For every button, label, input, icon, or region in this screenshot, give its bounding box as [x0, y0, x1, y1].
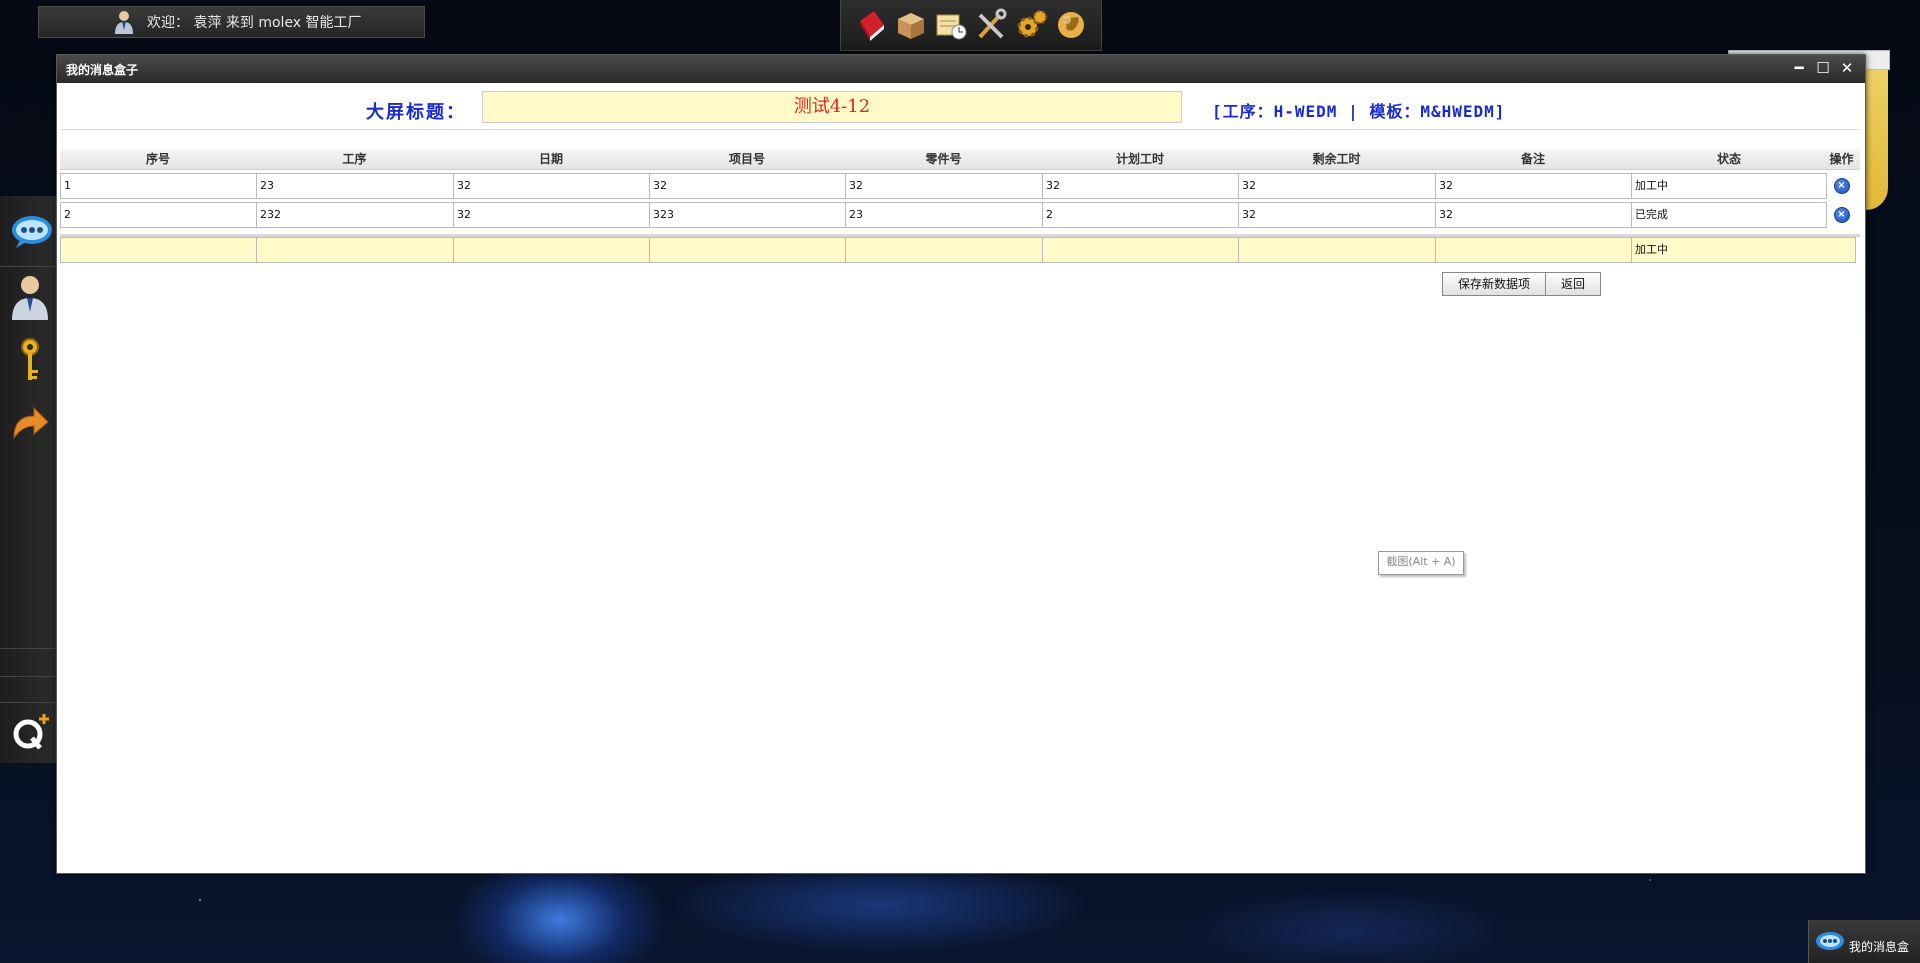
- col-header-status: 状态: [1716, 152, 1741, 166]
- table-cell[interactable]: 1: [60, 173, 256, 199]
- schedule-icon[interactable]: [934, 7, 968, 43]
- top-dock: [840, 0, 1102, 51]
- new-date-input[interactable]: [453, 237, 649, 263]
- tools-icon[interactable]: [974, 7, 1008, 43]
- delete-row-icon[interactable]: ×: [1833, 178, 1850, 194]
- chat-icon[interactable]: [10, 212, 52, 260]
- action-buttons: 保存新数据项 返回: [1442, 272, 1602, 296]
- table-cell[interactable]: 232: [256, 202, 453, 228]
- new-remaining-hours-input[interactable]: [1238, 237, 1435, 263]
- user-icon[interactable]: [10, 272, 50, 320]
- screen-header: 大屏标题： 测试4-12 [工序：H-WEDM | 模板：M&HWEDM]: [60, 89, 1860, 130]
- welcome-bar: 欢迎： 袁萍 来到 molex 智能工厂: [38, 6, 425, 38]
- redo-arrow-icon[interactable]: [10, 398, 50, 446]
- new-process-input[interactable]: [256, 237, 453, 263]
- table-cell[interactable]: 32: [453, 202, 649, 228]
- table-row: 2 232 32 323 23 2 32 32 已完成 ×: [60, 202, 1860, 228]
- table-cell[interactable]: 32: [1238, 173, 1435, 199]
- new-remarks-input[interactable]: [1435, 237, 1631, 263]
- tray-label: 我的消息盒: [1849, 940, 1910, 954]
- maximize-button[interactable]: ☐: [1815, 59, 1831, 77]
- col-header-planned-hours: 计划工时: [1115, 152, 1164, 166]
- table-cell[interactable]: 32: [1042, 173, 1238, 199]
- gears-icon[interactable]: [1014, 7, 1048, 43]
- table-cell[interactable]: 32: [845, 173, 1042, 199]
- status-cell[interactable]: 已完成: [1631, 202, 1827, 228]
- new-planned-hours-input[interactable]: [1042, 237, 1238, 263]
- table-cell[interactable]: 32: [1435, 202, 1631, 228]
- col-header-part-no: 零件号: [925, 152, 962, 166]
- table-cell[interactable]: 323: [649, 202, 845, 228]
- chat-icon: [1815, 930, 1845, 958]
- window-title: 我的消息盒子: [66, 62, 139, 77]
- table-cell[interactable]: 2: [60, 202, 256, 228]
- globe-icon[interactable]: [1054, 7, 1088, 43]
- screenshot-tooltip: 截图(Alt + A): [1378, 551, 1464, 575]
- table-cell[interactable]: 32: [453, 173, 649, 199]
- new-status-select[interactable]: 加工中 ▼: [1631, 237, 1856, 263]
- process-template-info: [工序：H-WEDM | 模板：M&HWEDM]: [1212, 102, 1506, 121]
- col-header-date: 日期: [538, 152, 563, 166]
- close-button[interactable]: ✕: [1839, 59, 1855, 77]
- welcome-text: 欢迎： 袁萍 来到 molex 智能工厂: [147, 15, 362, 31]
- key-icon[interactable]: [10, 336, 50, 384]
- table-cell[interactable]: 23: [845, 202, 1042, 228]
- row-actions: ×: [1827, 173, 1856, 199]
- table-cell[interactable]: 2: [1042, 202, 1238, 228]
- col-header-index: 序号: [145, 152, 170, 166]
- new-project-no-input[interactable]: [649, 237, 845, 263]
- left-dock: [0, 196, 56, 763]
- table-cell[interactable]: 32: [1238, 202, 1435, 228]
- new-index-input[interactable]: [60, 237, 256, 263]
- col-header-remarks: 备注: [1520, 152, 1545, 166]
- row-actions: ×: [1827, 202, 1856, 228]
- message-box-tray[interactable]: 我的消息盒: [1808, 920, 1920, 963]
- back-button[interactable]: 返回: [1545, 272, 1602, 296]
- table-cell[interactable]: 32: [1435, 173, 1631, 199]
- message-box-window: 我的消息盒子 ━ ☐ ✕ 大屏标题： 测试4-12 [工序：H-WEDM | 模…: [56, 54, 1866, 874]
- new-row: 加工中 ▼: [60, 234, 1860, 263]
- col-header-project-no: 项目号: [728, 152, 765, 166]
- screen-title-input[interactable]: 测试4-12: [482, 91, 1182, 123]
- package-icon[interactable]: [894, 7, 928, 43]
- book-icon[interactable]: [854, 7, 888, 43]
- screen-title-label: 大屏标题：: [366, 102, 466, 123]
- col-header-actions: 操作: [1829, 152, 1854, 166]
- table-header: 序号 工序 日期 项目号 零件号 计划工时 剩余工时 备注 状态 操作: [60, 149, 1860, 170]
- data-table: 序号 工序 日期 项目号 零件号 计划工时 剩余工时 备注 状态 操作 1 23…: [60, 149, 1860, 263]
- user-avatar-icon: [113, 10, 135, 34]
- delete-row-icon[interactable]: ×: [1833, 207, 1850, 223]
- status-cell[interactable]: 加工中: [1631, 173, 1827, 199]
- table-cell[interactable]: 23: [256, 173, 453, 199]
- table-cell[interactable]: 32: [649, 173, 845, 199]
- col-header-process: 工序: [342, 152, 367, 166]
- new-part-no-input[interactable]: [845, 237, 1042, 263]
- minimize-button[interactable]: ━: [1791, 59, 1807, 77]
- table-row: 1 23 32 32 32 32 32 32 加工中 ×: [60, 173, 1860, 199]
- qq-plus-icon[interactable]: [10, 708, 50, 756]
- save-new-item-button[interactable]: 保存新数据项: [1442, 272, 1547, 296]
- window-titlebar[interactable]: 我的消息盒子 ━ ☐ ✕: [57, 55, 1865, 83]
- status-select-value: 加工中: [1635, 243, 1668, 256]
- col-header-remaining-hours: 剩余工时: [1312, 152, 1361, 166]
